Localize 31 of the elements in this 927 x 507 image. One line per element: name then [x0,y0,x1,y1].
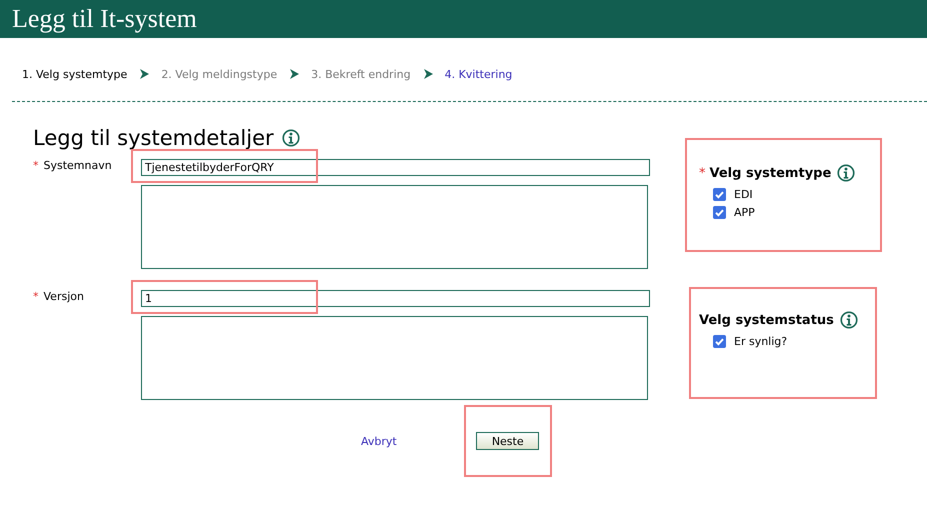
next-button[interactable]: Neste [476,432,540,450]
panel-title: Velg systemtype [710,166,832,180]
required-asterisk: * [699,166,706,180]
cancel-link[interactable]: Avbryt [361,434,397,448]
page-title: Legg til It-system [12,4,197,34]
chevron-icon [139,69,150,79]
info-icon[interactable] [840,311,858,329]
checkbox[interactable] [713,206,726,219]
checkbox-label: APP [734,206,755,219]
text-area[interactable] [141,316,648,400]
info-icon[interactable] [837,164,856,182]
section-heading: Legg til systemdetaljer [33,126,274,150]
text-field[interactable]: TjenestetilbyderForQRY [141,159,650,176]
panel-title: Velg systemstatus [699,312,834,328]
field-label: Systemnavn [44,159,112,172]
checkbox-label: EDI [734,188,753,201]
checkbox[interactable] [713,188,726,201]
checkbox-label: Er synlig? [734,335,788,348]
step-link[interactable]: 4. Kvittering [444,68,512,80]
required-asterisk: * [33,159,38,172]
step-label: 3. Bekreft endring [311,68,411,80]
step-label: 1. Velg systemtype [22,68,128,80]
info-icon[interactable] [282,129,300,147]
required-asterisk: * [33,290,38,303]
text-area[interactable] [141,185,648,269]
field-label: Versjon [44,290,84,303]
step-label: 2. Velg meldingstype [161,68,278,80]
chevron-icon [289,69,300,79]
text-field[interactable]: 1 [141,290,650,307]
chevron-icon [422,69,433,79]
checkbox[interactable] [713,335,726,348]
